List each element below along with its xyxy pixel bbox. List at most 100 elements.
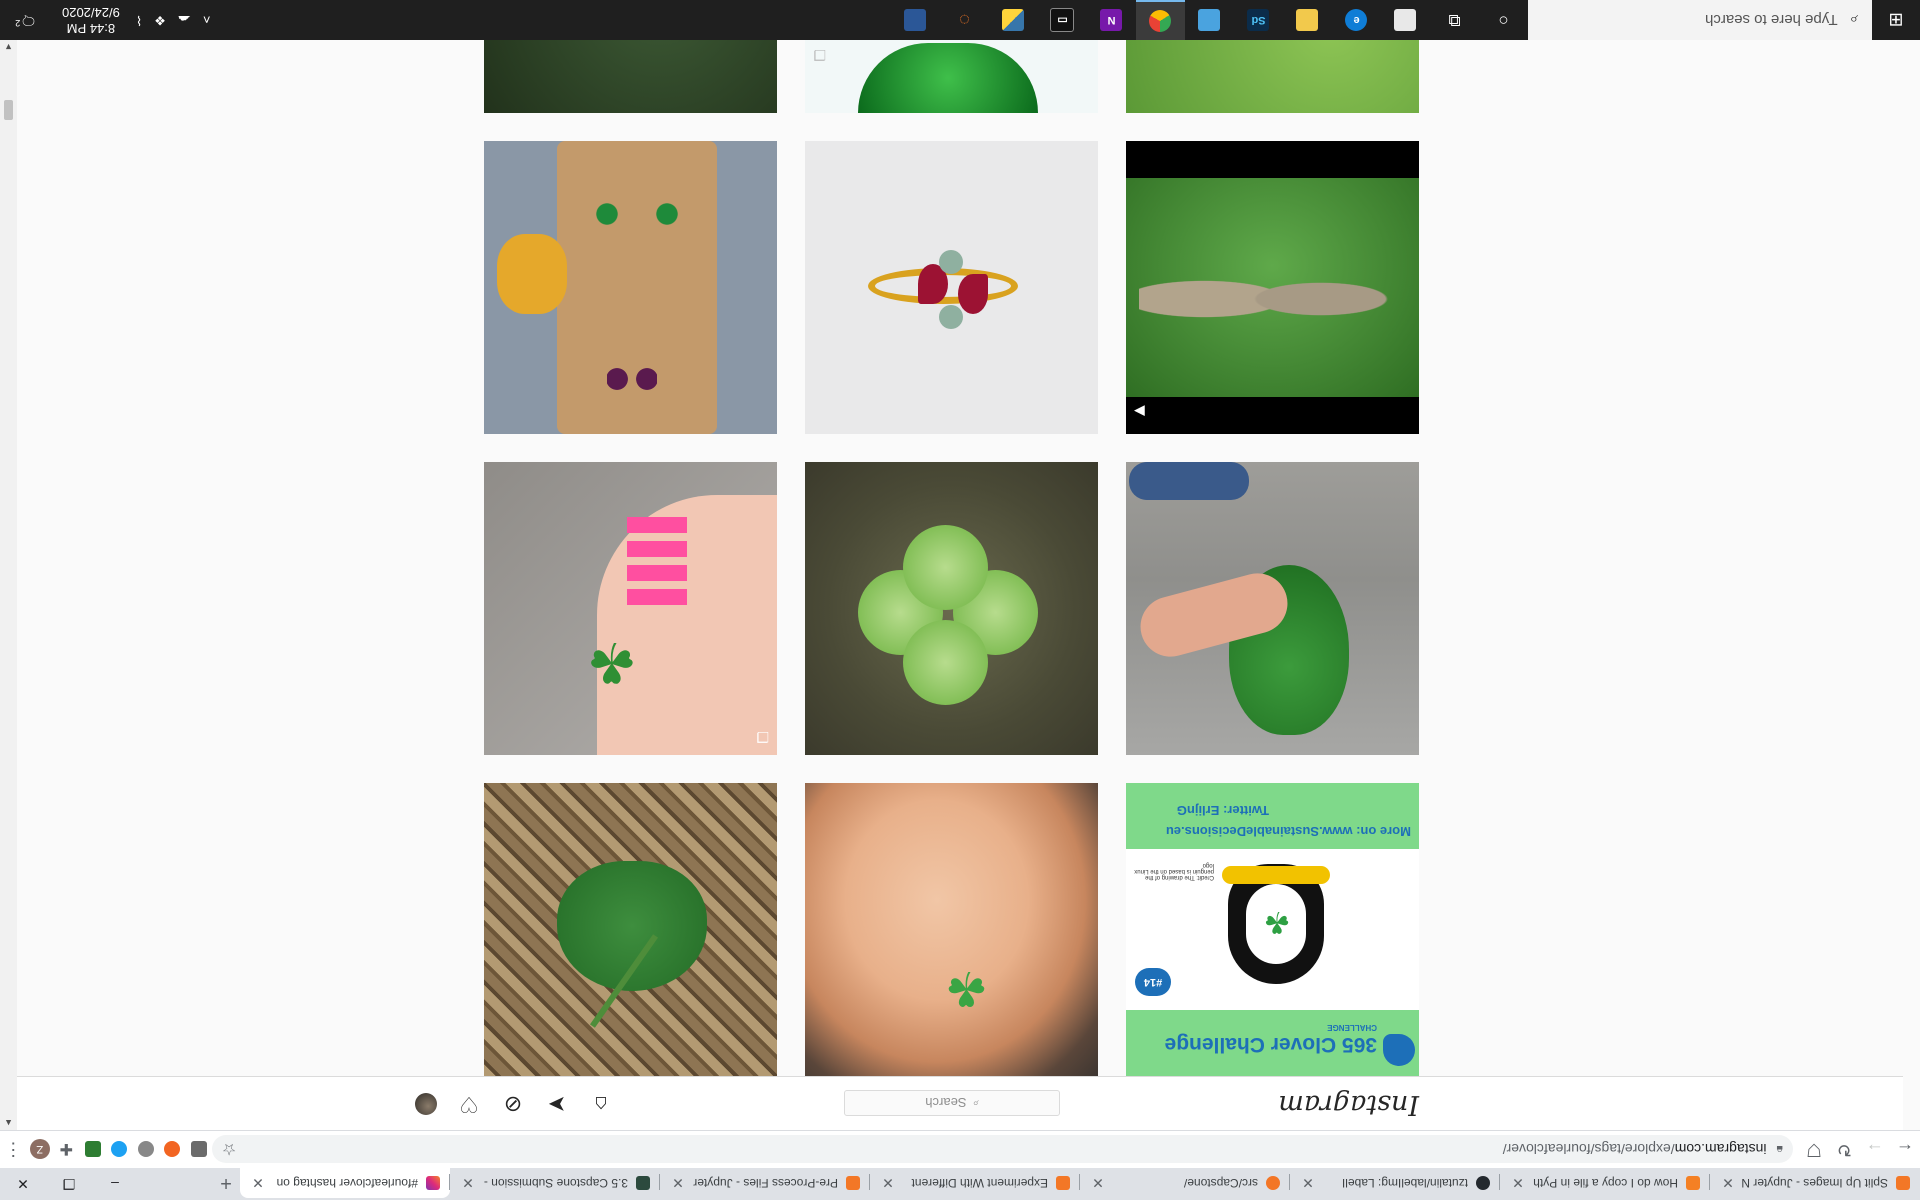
clover-leaf [903, 525, 988, 610]
photo-clover-leaves-top[interactable] [1126, 40, 1419, 113]
photo-four-leaf-clover-closeup[interactable] [805, 462, 1098, 755]
weather-app-icon[interactable] [1185, 0, 1234, 40]
carousel-icon: ❐ [813, 47, 826, 63]
chrome-icon[interactable] [1136, 0, 1185, 40]
tab-favicon-icon [636, 1176, 650, 1190]
scrollbar-thumb[interactable] [4, 100, 13, 120]
photo-clover-in-child-hands[interactable]: ☘ [805, 783, 1098, 1076]
calculator-icon[interactable] [891, 0, 940, 40]
poster-twitter: Twitter: ErlijnG [1176, 803, 1269, 818]
home-icon[interactable]: ⌂ [589, 1092, 613, 1117]
lock-icon[interactable]: 🔒︎ [1776, 1142, 1782, 1157]
forward-arrow-icon[interactable]: → [1859, 1134, 1889, 1166]
photo-clover-patch-top[interactable] [484, 40, 777, 113]
taskbar-search-input[interactable]: ⌕ Type here to search [1528, 0, 1872, 40]
url-path: /explore/tags/fourleafclover/ [1502, 1141, 1675, 1158]
page-scrollbar[interactable]: ▲ ▼ [0, 40, 17, 1130]
photoshop-sd-icon[interactable]: Sd [1234, 0, 1283, 40]
address-bar[interactable]: 🔒︎ instagram.com/explore/tags/fourleafcl… [211, 1135, 1793, 1164]
scroll-up-arrow-icon[interactable]: ▲ [0, 1118, 17, 1128]
menu-kebab-icon[interactable]: ⋮ [0, 1139, 26, 1160]
scroll-down-arrow-icon[interactable]: ▼ [0, 42, 17, 52]
search-input[interactable]: ⌕ Search [844, 1090, 1060, 1116]
shield-icon[interactable]: ⛉ [1799, 1134, 1829, 1166]
python-icon[interactable] [989, 0, 1038, 40]
tab-title: Split Up Images - Jupyter N [1741, 1176, 1888, 1190]
onedrive-cloud-icon[interactable]: ☁ [172, 12, 197, 28]
explore-compass-icon[interactable]: ⊘ [501, 1092, 525, 1117]
browser-tab[interactable]: Pre-Process Files - Jupyter ✕ [660, 1168, 870, 1198]
hand-with-pink-nails [597, 495, 777, 755]
tab-close-icon[interactable]: ✕ [1090, 1175, 1106, 1192]
photo-hand-holding-clovers[interactable] [1126, 462, 1419, 755]
tab-close-icon[interactable]: ✕ [1720, 1175, 1736, 1192]
url-host: instagram.com [1674, 1141, 1767, 1158]
search-placeholder: Search [925, 1095, 967, 1111]
tab-close-icon[interactable]: ✕ [1510, 1175, 1526, 1192]
direct-message-icon[interactable]: ➤ [545, 1092, 569, 1117]
task-view-icon[interactable]: ⧉ [1430, 0, 1479, 40]
new-tab-button[interactable]: + [212, 1168, 240, 1198]
photo-clover-challenge-poster[interactable]: 365 Clover Challenge CHALLENGE #14 ☘ Cre… [1126, 783, 1419, 1076]
extension-icon[interactable] [132, 1136, 158, 1164]
extensions-puzzle-icon[interactable]: ✚ [53, 1136, 79, 1164]
photo-green-clover-glass[interactable]: ❐ [805, 40, 1098, 113]
tab-close-icon[interactable]: ✕ [880, 1175, 896, 1192]
browser-tab[interactable]: 3.5 Capstone Submission - ✕ [450, 1168, 660, 1198]
browser-tab[interactable]: Split Up Images - Jupyter N ✕ [1710, 1168, 1920, 1198]
profile-avatar[interactable]: Z [27, 1136, 53, 1164]
restore-button[interactable]: ❐ [46, 1168, 92, 1200]
windows-start-icon[interactable]: ⊞ [1872, 0, 1920, 40]
back-arrow-icon[interactable]: ← [1890, 1134, 1920, 1166]
terminal-icon[interactable]: ▭ [1038, 0, 1087, 40]
network-icon[interactable]: ⌇ [130, 12, 148, 28]
jupyter-icon[interactable]: ◌ [940, 0, 989, 40]
notification-center-icon[interactable]: 🗨︎ 2 [0, 12, 52, 28]
photo-tortoises-in-clover[interactable]: ▶ [1126, 141, 1419, 434]
file-explorer-icon[interactable] [1283, 0, 1332, 40]
bookmark-star-icon[interactable]: ☆ [222, 1140, 236, 1160]
window-controls: – ❐ ✕ [0, 1168, 138, 1200]
tab-close-icon[interactable]: ✕ [460, 1175, 476, 1192]
browser-tab[interactable]: Experiment With Different ✕ [870, 1168, 1080, 1198]
clover-leaf [903, 620, 988, 705]
photo-grid: 365 Clover Challenge CHALLENGE #14 ☘ Cre… [484, 40, 1419, 1076]
tab-close-icon[interactable]: ✕ [670, 1175, 686, 1192]
browser-tab[interactable]: tzutalin/labelImg: LabelI ✕ [1290, 1168, 1500, 1198]
cortana-icon[interactable]: ○ [1479, 0, 1528, 40]
photo-pink-nails-holding-clover[interactable]: ☘ ❐ [484, 462, 777, 755]
edge-icon[interactable]: e [1332, 0, 1381, 40]
extension-icon[interactable] [159, 1136, 185, 1164]
extension-icon[interactable] [185, 1136, 211, 1164]
photo-clover-leaf-on-basket[interactable] [484, 783, 777, 1076]
reload-icon[interactable]: ↻ [1829, 1134, 1859, 1166]
search-icon: ⌕ [1849, 11, 1858, 29]
tab-close-icon[interactable]: ✕ [1300, 1175, 1316, 1192]
clock[interactable]: 8:44 PM 9/24/2020 [52, 4, 130, 36]
instagram-header: Instagram ⌕ Search ⌂ ➤ ⊘ ♡ [0, 1076, 1903, 1130]
extension-icon[interactable] [79, 1136, 105, 1164]
windows-taskbar: ⊞ ⌕ Type here to search ○ ⧉ e Sd N ▭ ◌ ˄… [0, 0, 1920, 40]
browser-tab-active[interactable]: #fourleafclover hashtag on ✕ [240, 1168, 450, 1198]
video-camera-icon: ▶ [1134, 404, 1145, 420]
activity-heart-icon[interactable]: ♡ [457, 1092, 481, 1117]
browser-tab[interactable]: How do I copy a file in Pyth ✕ [1500, 1168, 1710, 1198]
green-stone [939, 250, 963, 274]
file-app-icon[interactable] [1381, 0, 1430, 40]
tab-favicon-icon [1686, 1176, 1700, 1190]
photo-clover-earrings-display[interactable] [484, 141, 777, 434]
poster-day-badge: #14 [1135, 968, 1171, 996]
photo-ruby-clover-ring[interactable] [805, 141, 1098, 434]
search-icon: ⌕ [972, 1097, 979, 1110]
show-hidden-icons-chevron-icon[interactable]: ˄ [197, 13, 217, 28]
instagram-logo[interactable]: Instagram [1278, 1089, 1419, 1120]
profile-avatar[interactable] [415, 1093, 437, 1115]
tab-favicon-icon [1896, 1176, 1910, 1190]
close-window-button[interactable]: ✕ [0, 1168, 46, 1200]
extension-icon[interactable] [106, 1136, 132, 1164]
dropbox-icon[interactable]: ❖ [148, 12, 172, 28]
minimize-button[interactable]: – [92, 1168, 138, 1200]
tab-close-icon[interactable]: ✕ [250, 1175, 266, 1192]
browser-tab[interactable]: src/Capstone/ ✕ [1080, 1168, 1290, 1198]
onenote-icon[interactable]: N [1087, 0, 1136, 40]
